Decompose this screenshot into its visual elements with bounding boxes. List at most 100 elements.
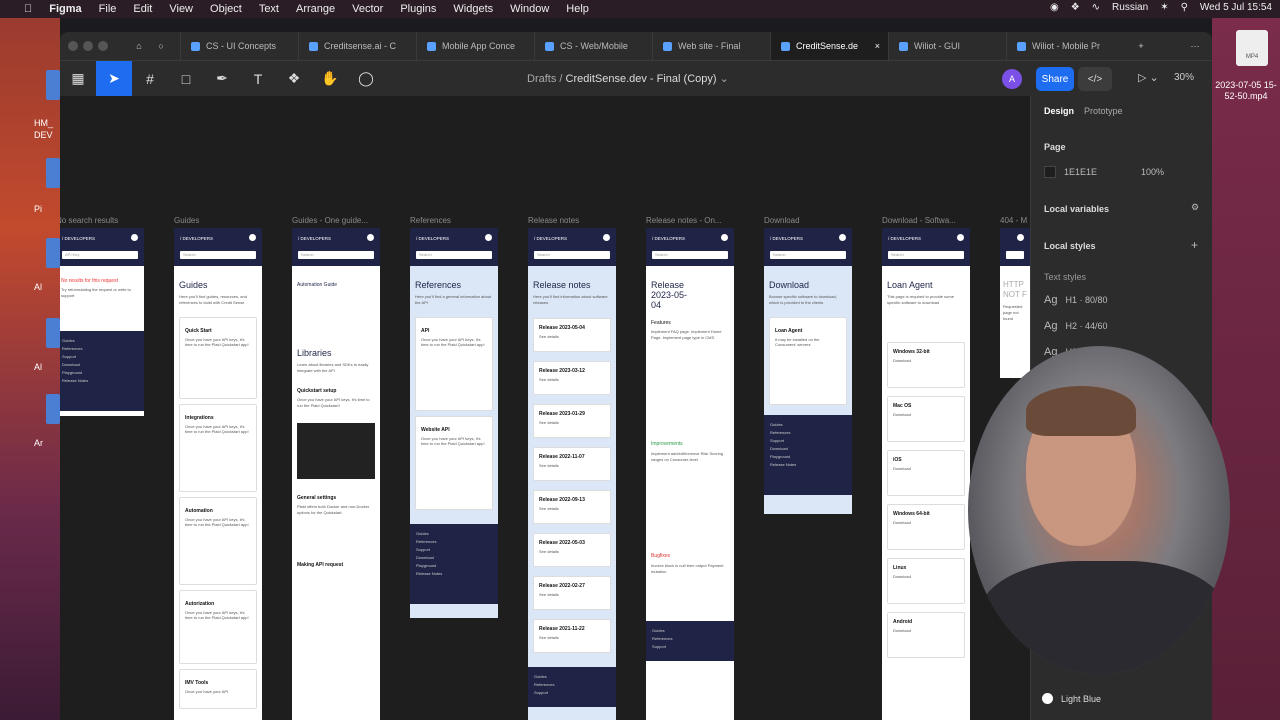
dev-mode-button[interactable]: </> [1078, 67, 1112, 91]
menu-vector[interactable]: Vector [352, 3, 383, 15]
menu-app-name[interactable]: Figma [49, 3, 81, 15]
menu-view[interactable]: View [169, 3, 193, 15]
video-file-icon[interactable]: MP4 [1236, 30, 1268, 66]
frame-release-notes[interactable]: / DEVELOPERS Search Release notes Here y… [528, 228, 616, 720]
frame-search-text: Search [770, 251, 846, 259]
home-icon[interactable]: ⌂ [128, 41, 150, 51]
text-style-row[interactable]: Ag H1 · 80/80 [1044, 294, 1108, 306]
card-desc: Once you have your API keys, it's time t… [185, 517, 249, 527]
apple-icon[interactable]:  [24, 3, 32, 15]
globe-icon[interactable]: ○ [150, 41, 172, 51]
local-variables-label[interactable]: Local variables [1044, 204, 1109, 214]
design-canvas[interactable]: No search results / DEVELOPERS API Key N… [60, 96, 1030, 720]
components-tool-icon[interactable]: ❖ [276, 61, 312, 97]
desktop-folder-icon[interactable] [46, 394, 60, 424]
page-fill-row[interactable]: 1E1E1E 100% ◉ [1044, 166, 1212, 178]
more-icon[interactable]: ⋯ [1184, 41, 1206, 52]
tab-file[interactable]: Creditsense.ai - C [298, 32, 416, 60]
clock-label[interactable]: Wed 5 Jul 15:54 [1200, 2, 1272, 13]
menu-edit[interactable]: Edit [133, 3, 152, 15]
color-style-row[interactable]: Light Blue [1042, 693, 1101, 704]
zoom-level[interactable]: 30% [1174, 72, 1194, 83]
tab-file[interactable]: CS - Web/Mobile [534, 32, 652, 60]
desktop-folder-icon[interactable] [46, 318, 60, 348]
frame-label[interactable]: Release notes [528, 216, 579, 225]
main-menu-icon[interactable]: ▦ [60, 61, 96, 97]
frame-label[interactable]: Release notes - On... [646, 216, 722, 225]
breadcrumb-drafts[interactable]: Drafts [527, 73, 556, 85]
tab-file[interactable]: CS - UI Concepts [180, 32, 298, 60]
input-source-label[interactable]: Russian [1112, 2, 1148, 13]
tab-file[interactable]: Mobile App Conce [416, 32, 534, 60]
share-button[interactable]: Share [1036, 67, 1074, 91]
frame-no-search-results[interactable]: / DEVELOPERS API Key No results for this… [60, 228, 144, 416]
menu-plugins[interactable]: Plugins [400, 3, 436, 15]
desktop-folder-icon[interactable] [46, 158, 60, 188]
frame-release-one[interactable]: / DEVELOPERS Search Release 2023-05-04 F… [646, 228, 734, 720]
hand-tool-icon[interactable]: ✋ [312, 61, 348, 97]
present-icon[interactable]: ▷ ⌄ [1138, 71, 1159, 84]
record-icon[interactable]: ◉ [1050, 2, 1059, 13]
tab-file[interactable]: Wiliot - GUI [888, 32, 1006, 60]
rectangle-tool-icon[interactable]: □ [168, 61, 204, 97]
file-title[interactable]: CreditSense.dev - Final (Copy) [566, 73, 717, 85]
search-icon[interactable]: ⚲ [1181, 2, 1188, 13]
tab-file[interactable]: Web site - Final [652, 32, 770, 60]
wifi-icon[interactable]: ∿ [1092, 2, 1100, 13]
move-tool-icon[interactable]: ➤ [96, 60, 132, 97]
text-tool-icon[interactable]: T [240, 61, 276, 97]
frame-tool-icon[interactable]: # [132, 61, 168, 97]
frame-label[interactable]: Download - Softwa... [882, 216, 956, 225]
footer-link: Playground [416, 563, 437, 568]
frame-search-text: Search [534, 251, 610, 259]
menu-arrange[interactable]: Arrange [296, 3, 335, 15]
frame-label[interactable]: Guides [174, 216, 199, 225]
minimize-window-button[interactable] [83, 41, 93, 51]
avatar[interactable]: A [1002, 69, 1022, 89]
footer-link: Download [416, 555, 434, 560]
menu-window[interactable]: Window [510, 3, 549, 15]
menu-help[interactable]: Help [566, 3, 589, 15]
tab-prototype[interactable]: Prototype [1084, 106, 1123, 116]
frame-card: IMV Tools Once you have your API [179, 669, 257, 709]
frame-download[interactable]: / DEVELOPERS Search Download Browse spec… [764, 228, 852, 514]
frame-label[interactable]: Guides - One guide... [292, 216, 368, 225]
frame-download-software[interactable]: / DEVELOPERS Search Loan Agent This page… [882, 228, 970, 720]
close-window-button[interactable] [68, 41, 78, 51]
frame-one-guide[interactable]: / DEVELOPERS Search Automation Guide Lib… [292, 228, 380, 720]
frame-search: Search [528, 248, 616, 266]
bluetooth-icon[interactable]: ✶ [1160, 2, 1168, 13]
pen-tool-icon[interactable]: ✒ [204, 61, 240, 97]
close-tab-icon[interactable]: × [875, 41, 880, 51]
footer-link: Release Notes [416, 571, 443, 576]
frame-404[interactable]: HTTP NOT F Requested page not found [1000, 228, 1030, 378]
desktop-folder-icon[interactable] [46, 70, 60, 100]
frame-label[interactable]: 404 - M [1000, 216, 1027, 225]
page-color-value[interactable]: 1E1E1E [1064, 167, 1097, 177]
menu-file[interactable]: File [99, 3, 117, 15]
zoom-window-button[interactable] [98, 41, 108, 51]
desktop-folder-icon[interactable] [46, 238, 60, 268]
text-style-row[interactable]: Ag H2 · 44/60 [1044, 320, 1108, 332]
comment-tool-icon[interactable]: ◯ [348, 61, 384, 97]
add-style-icon[interactable]: + [1191, 238, 1198, 252]
menu-text[interactable]: Text [259, 3, 279, 15]
frame-label[interactable]: No search results [60, 216, 118, 225]
card-link: See details [539, 377, 559, 382]
dropbox-icon[interactable]: ❖ [1071, 2, 1080, 13]
frame-label[interactable]: Download [764, 216, 800, 225]
tab-design[interactable]: Design [1044, 106, 1074, 116]
new-tab-icon[interactable]: + [1130, 41, 1152, 51]
chevron-down-icon[interactable]: ⌄ [720, 73, 729, 85]
menu-object[interactable]: Object [210, 3, 242, 15]
footer-link: Release Notes [770, 462, 797, 467]
frame-label[interactable]: References [410, 216, 451, 225]
menu-widgets[interactable]: Widgets [453, 3, 493, 15]
tab-file-active[interactable]: CreditSense.de × [770, 32, 888, 60]
frame-guides[interactable]: / DEVELOPERS Search Guides Here you'll f… [174, 228, 262, 720]
frame-references[interactable]: / DEVELOPERS Search References Here you'… [410, 228, 498, 618]
settings-icon[interactable]: ⚙ [1191, 202, 1199, 213]
tab-file[interactable]: Wiliot - Mobile Pr [1006, 32, 1124, 60]
color-swatch[interactable] [1044, 166, 1056, 178]
page-opacity-value[interactable]: 100% [1141, 167, 1164, 177]
